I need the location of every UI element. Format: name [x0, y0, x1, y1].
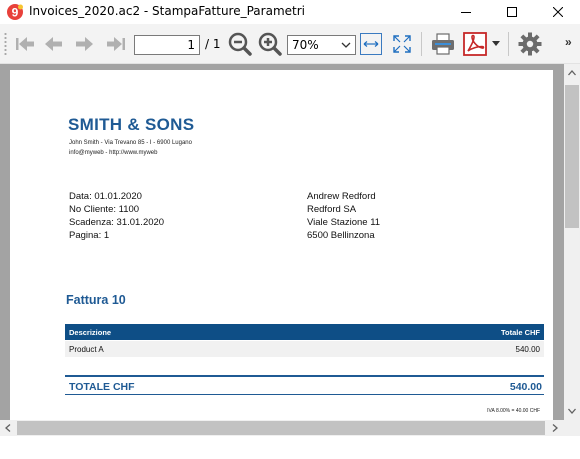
- next-page-button[interactable]: [73, 33, 97, 55]
- zoom-select[interactable]: 70%: [287, 35, 356, 55]
- page-number-input[interactable]: 1: [134, 35, 200, 55]
- scroll-down-icon[interactable]: [568, 408, 576, 414]
- first-page-button[interactable]: [13, 33, 37, 55]
- due-date: Scadenza: 31.01.2020: [69, 217, 165, 228]
- next-page-icon: [76, 37, 93, 51]
- customer-street: Viale Stazione 11: [307, 217, 381, 228]
- company-name: SMITH & SONS: [68, 115, 195, 134]
- total-divider: [65, 375, 544, 377]
- last-page-icon: [107, 37, 125, 51]
- close-button[interactable]: [535, 0, 580, 24]
- page-total-label: / 1: [205, 37, 221, 51]
- toolbar: 1 / 1 70% »: [0, 24, 580, 64]
- minimize-button[interactable]: [443, 0, 489, 24]
- fit-page-icon: [393, 35, 411, 53]
- page-number: Pagina: 1: [69, 230, 110, 241]
- scrollbar-corner: [564, 420, 580, 436]
- invoice-title: Fattura 10: [66, 293, 126, 307]
- toolbar-overflow-button[interactable]: »: [565, 35, 572, 49]
- minimize-icon: [461, 12, 471, 13]
- print-icon: [432, 33, 454, 55]
- window-title: Invoices_2020.ac2 - StampaFatture_Parame…: [29, 4, 305, 18]
- toolbar-separator: [508, 32, 509, 56]
- app-icon: 9: [7, 4, 23, 20]
- last-page-button[interactable]: [104, 33, 128, 55]
- scroll-left-icon[interactable]: [5, 424, 11, 432]
- horizontal-scroll-thumb[interactable]: [17, 421, 545, 435]
- export-pdf-button[interactable]: [461, 32, 489, 56]
- vertical-scroll-thumb[interactable]: [565, 85, 579, 228]
- scroll-right-icon[interactable]: [552, 424, 558, 432]
- invoice-page: SMITH & SONS John Smith - Via Trevano 85…: [10, 70, 553, 420]
- first-page-icon: [16, 37, 34, 51]
- total-divider: [65, 394, 544, 395]
- scroll-up-icon[interactable]: [568, 70, 576, 76]
- row-total: 540.00: [515, 345, 540, 354]
- zoom-in-icon: [258, 32, 282, 56]
- horizontal-scrollbar[interactable]: [0, 420, 564, 436]
- customer-company: Redford SA: [307, 204, 357, 215]
- pdf-icon: [463, 32, 487, 56]
- zoom-out-button[interactable]: [227, 32, 253, 56]
- table-header: Descrizione Totale CHF: [65, 324, 544, 340]
- settings-icon: [518, 32, 542, 56]
- zoom-out-icon: [228, 32, 252, 56]
- fit-width-icon: [363, 41, 379, 47]
- customer-number: No Cliente: 1100: [69, 204, 140, 215]
- pdf-dropdown-button[interactable]: [491, 38, 501, 50]
- column-header-description: Descrizione: [69, 328, 112, 337]
- prev-page-icon: [45, 37, 62, 51]
- svg-text:9: 9: [12, 6, 19, 20]
- invoice-date: Data: 01.01.2020: [69, 191, 142, 202]
- toolbar-grip[interactable]: [4, 32, 7, 56]
- fit-width-button[interactable]: [360, 33, 382, 55]
- invoice-meta: Data: 01.01.2020 No Cliente: 1100 Scaden…: [69, 190, 164, 242]
- total-label: TOTALE CHF: [69, 381, 135, 393]
- column-header-total: Totale CHF: [500, 328, 540, 337]
- zoom-in-button[interactable]: [257, 32, 283, 56]
- vat-note: IVA 8.00% = 40.00 CHF: [487, 408, 540, 414]
- prev-page-button[interactable]: [41, 33, 65, 55]
- title-bar: 9 Invoices_2020.ac2 - StampaFatture_Para…: [0, 0, 580, 24]
- settings-button[interactable]: [516, 31, 544, 57]
- caret-down-icon: [492, 41, 500, 46]
- vertical-scrollbar[interactable]: [564, 64, 580, 420]
- maximize-button[interactable]: [489, 0, 535, 24]
- maximize-icon: [507, 7, 517, 17]
- total-value: 540.00: [509, 381, 542, 393]
- close-icon: [553, 7, 563, 17]
- company-address: John Smith - Via Trevano 85 - I - 6900 L…: [69, 140, 192, 146]
- toolbar-separator: [421, 32, 422, 56]
- company-contact: info@myweb - http://www.myweb: [69, 150, 158, 156]
- document-viewport[interactable]: SMITH & SONS John Smith - Via Trevano 85…: [0, 64, 564, 420]
- customer-name: Andrew Redford: [307, 191, 376, 202]
- zoom-value: 70%: [292, 38, 319, 52]
- chevron-down-icon: [341, 42, 351, 48]
- table-row: Product A 540.00: [65, 341, 544, 357]
- print-button[interactable]: [429, 32, 457, 56]
- fit-page-button[interactable]: [391, 33, 413, 55]
- window-bottom-strip: [0, 436, 580, 459]
- customer-address: Andrew Redford Redford SA Viale Stazione…: [307, 190, 380, 242]
- customer-city: 6500 Bellinzona: [307, 230, 375, 241]
- row-description: Product A: [69, 345, 104, 354]
